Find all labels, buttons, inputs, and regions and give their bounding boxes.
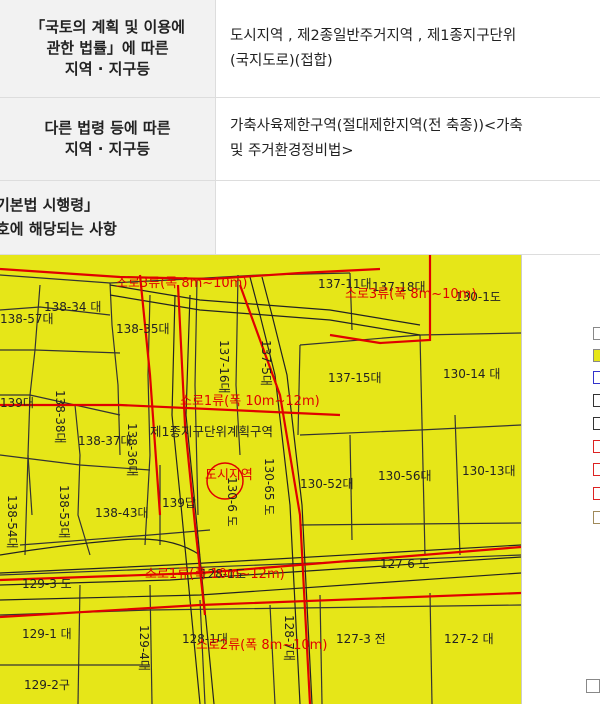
header-line: 지역 · 지구등 — [64, 60, 151, 78]
parcel-label: 129-2구 — [24, 678, 70, 692]
row-header: 다른 법령 등에 따른 지역 · 지구등 — [0, 97, 216, 181]
legend-swatch — [593, 349, 600, 362]
parcel-label: 138-53대 — [57, 485, 71, 539]
row-value: 가축사육제한구역(절대제한지역(전 축종))<가축 및 주거환경정비법> — [215, 97, 600, 181]
legend-swatch — [593, 417, 600, 430]
parcel-label: 129-1 대 — [22, 627, 72, 641]
map-legend — [521, 255, 600, 704]
parcel-label: 138-54대 — [5, 495, 19, 549]
row-value: 도시지역 , 제2종일반주거지역 , 제1종지구단위 (국지도로)(접합) — [215, 0, 600, 98]
parcel-label: 137-16대 — [217, 340, 231, 394]
parcel-label: 138-36대 — [125, 423, 139, 477]
legend-swatch — [593, 463, 600, 476]
parcel-label: 138-57대 — [0, 312, 54, 326]
parcel-label: 137-5대 — [259, 340, 273, 386]
parcel-label: 138-38대 — [53, 390, 67, 444]
parcel-label: 138-34 대 — [44, 300, 101, 314]
parcel-label: 138-37대 — [78, 434, 132, 448]
parcel-label: 138-35대 — [116, 322, 170, 336]
road-label: 소로1류(폭 10m~12m) — [180, 394, 320, 409]
land-use-info-table: 「국토의 계획 및 이용에 관한 법률」에 따른 지역 · 지구등 도시지역 ,… — [0, 0, 600, 255]
station-label: 도시지역 — [205, 468, 253, 483]
row-national-land-law: 「국토의 계획 및 이용에 관한 법률」에 따른 지역 · 지구등 도시지역 ,… — [0, 0, 600, 98]
parcel-label: 127-6 도 — [380, 557, 430, 571]
parcel-label: 130-56대 — [378, 469, 432, 483]
row-value-empty — [215, 180, 600, 255]
row-header: 「국토의 계획 및 이용에 관한 법률」에 따른 지역 · 지구등 — [0, 0, 216, 98]
map-drawing: 137-11대 137-18대 130-1도 138-57대 138-34 대 … — [0, 255, 521, 704]
header-line: 다른 법령 등에 따른 — [44, 119, 171, 137]
parcel-label: 139대 — [0, 396, 34, 410]
header-line: 「국토의 계획 및 이용에 — [30, 18, 185, 36]
parcel-label: 129-3 도 — [22, 577, 72, 591]
parcel-label: 130-13대 — [462, 464, 516, 478]
legend-swatch — [593, 487, 600, 500]
value-line: 가축사육제한구역(절대제한지역(전 축종))<가축 — [230, 118, 523, 134]
legend-swatch — [593, 327, 600, 340]
row-header: 기본법 시행령」 호에 해당되는 사항 — [0, 180, 216, 255]
row-other-laws: 다른 법령 등에 따른 지역 · 지구등 가축사육제한구역(절대제한지역(전 축… — [0, 97, 600, 181]
parcel-label: 129-4대 — [137, 625, 151, 671]
road-label: 소로1류(폭 10m~12m) — [145, 567, 285, 582]
cadastral-map[interactable]: 137-11대 137-18대 130-1도 138-57대 138-34 대 … — [0, 255, 521, 704]
parcel-labels: 137-11대 137-18대 130-1도 138-57대 138-34 대 … — [0, 277, 516, 692]
legend-swatch — [593, 511, 600, 524]
zoning-lines — [0, 255, 521, 704]
header-line: 관한 법률」에 따른 — [46, 39, 169, 57]
value-line: 도시지역 , 제2종일반주거지역 , 제1종지구단위 — [230, 27, 517, 44]
road-label: 소로3류(폭 8m~10m) — [116, 276, 247, 291]
parcel-label: 130-65 도 — [262, 458, 276, 515]
parcel-label: 130-14 대 — [443, 367, 500, 381]
header-line: 호에 해당되는 사항 — [0, 220, 117, 238]
parcel-label: 130-52대 — [300, 477, 354, 491]
legend-swatch — [593, 394, 600, 407]
parcel-label: 127-3 전 — [336, 632, 386, 646]
parcel-label: 130-6 도 — [225, 477, 239, 527]
header-line: 기본법 시행령」 — [0, 196, 100, 214]
parcel-label: 127-2 대 — [444, 632, 494, 646]
row-enforcement-decree: 기본법 시행령」 호에 해당되는 사항 — [0, 180, 600, 255]
road-label: 소로2류(폭 8m~10m) — [196, 638, 327, 653]
zone-label: 제1종지구단위계획구역 — [150, 424, 273, 439]
parcel-label: 139답 — [162, 496, 196, 510]
value-line: (국지도로)(접합) — [230, 52, 333, 69]
legend-checkbox[interactable] — [586, 679, 600, 693]
parcel-label: 137-15대 — [328, 371, 382, 385]
parcel-label: 138-43대 — [95, 506, 149, 520]
header-line: 지역 · 지구등 — [64, 140, 151, 158]
legend-swatch — [593, 440, 600, 453]
road-label: 소로3류(폭 8m~10m) — [345, 287, 476, 302]
value-line: 및 주거환경정비법> — [230, 143, 354, 159]
legend-swatch — [593, 371, 600, 384]
